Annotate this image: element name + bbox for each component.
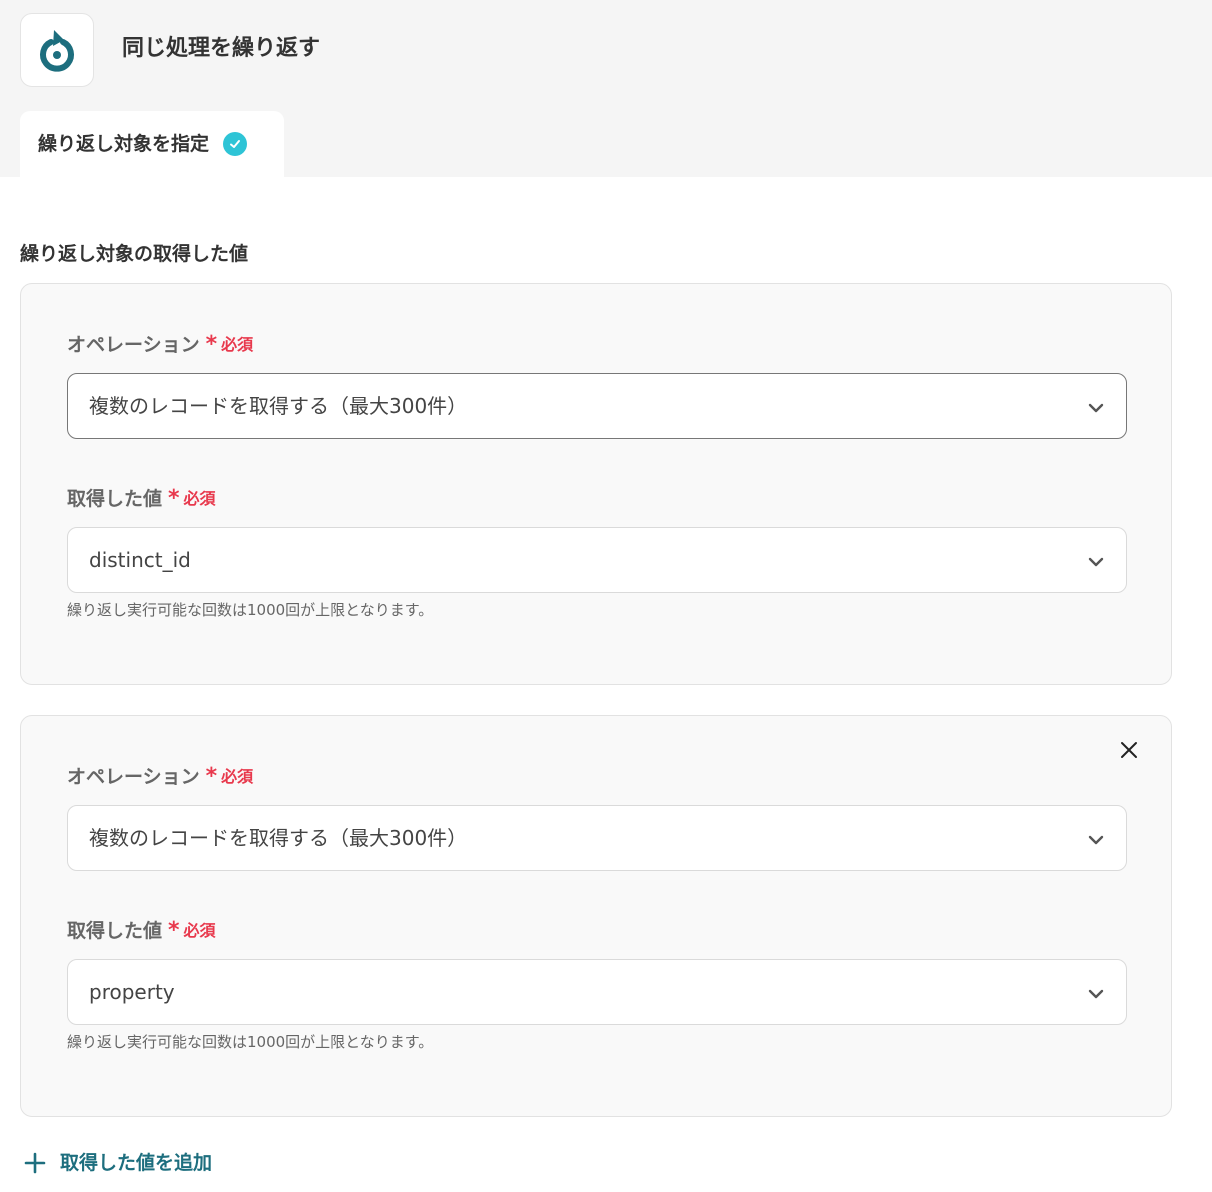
tab-repeat-target[interactable]: 繰り返し対象を指定 [20, 111, 284, 177]
repeat-value-card: オペレーション * 必須 複数のレコードを取得する（最大300件） 取得した値 … [20, 283, 1172, 685]
chevron-down-icon [1088, 403, 1104, 413]
required-badge: 必須 [221, 767, 254, 786]
value-label: 取得した値 * 必須 [67, 917, 216, 945]
value-select-value: distinct_id [89, 548, 191, 572]
value-select[interactable]: property [67, 959, 1127, 1025]
required-asterisk: * [205, 764, 218, 789]
value-label-text: 取得した値 [67, 488, 163, 510]
tab-label: 繰り返し対象を指定 [38, 133, 210, 155]
operation-label-text: オペレーション [67, 766, 200, 788]
operation-select[interactable]: 複数のレコードを取得する（最大300件） [67, 805, 1127, 871]
operation-select-value: 複数のレコードを取得する（最大300件） [89, 394, 468, 418]
chevron-down-icon [1088, 989, 1104, 999]
value-label-text: 取得した値 [67, 920, 163, 942]
required-badge: 必須 [183, 489, 216, 508]
check-icon [223, 132, 248, 156]
repeat-value-card: オペレーション * 必須 複数のレコードを取得する（最大300件） 取得した値 … [20, 715, 1172, 1117]
remove-card-button[interactable] [1117, 738, 1141, 762]
page-title: 同じ処理を繰り返す [122, 36, 321, 61]
limit-hint: 繰り返し実行可能な回数は1000回が上限となります。 [67, 1033, 434, 1051]
value-select[interactable]: distinct_id [67, 527, 1127, 593]
operation-label: オペレーション * 必須 [67, 331, 253, 359]
operation-select-value: 複数のレコードを取得する（最大300件） [89, 826, 468, 850]
required-asterisk: * [168, 486, 180, 511]
operation-label-text: オペレーション [67, 334, 200, 356]
operation-select[interactable]: 複数のレコードを取得する（最大300件） [67, 373, 1127, 439]
chevron-down-icon [1088, 835, 1104, 845]
plus-icon [24, 1152, 46, 1174]
value-select-value: property [89, 980, 175, 1004]
add-value-button[interactable]: 取得した値を追加 [24, 1147, 212, 1179]
required-badge: 必須 [183, 921, 216, 940]
limit-hint: 繰り返し実行可能な回数は1000回が上限となります。 [67, 601, 434, 619]
value-label: 取得した値 * 必須 [67, 485, 216, 513]
required-asterisk: * [205, 332, 218, 357]
header-area: 同じ処理を繰り返す 繰り返し対象を指定 [0, 0, 1212, 177]
required-badge: 必須 [221, 335, 254, 354]
chevron-down-icon [1088, 557, 1104, 567]
close-icon [1121, 742, 1137, 758]
required-asterisk: * [168, 918, 180, 943]
section-title: 繰り返し対象の取得した値 [20, 243, 249, 265]
refresh-icon [40, 30, 74, 72]
app-icon [20, 13, 94, 87]
operation-label: オペレーション * 必須 [67, 763, 253, 791]
add-value-label: 取得した値を追加 [60, 1152, 213, 1174]
